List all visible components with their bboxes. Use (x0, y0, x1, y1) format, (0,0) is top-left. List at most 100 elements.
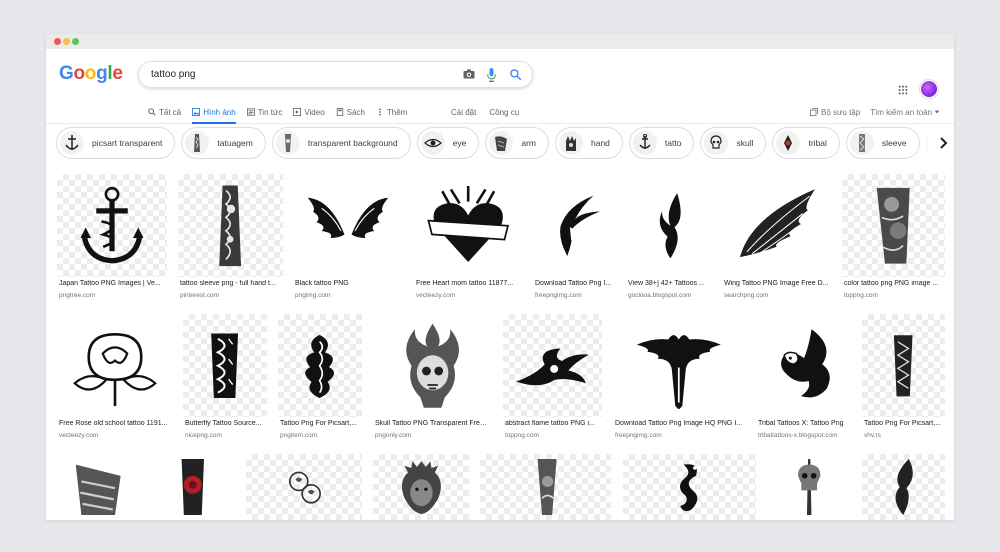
apps-grid-icon[interactable] (898, 85, 908, 95)
image-result[interactable] (246, 454, 362, 520)
image-result[interactable]: Tattoo Png For Picsart,... pngitem.com (278, 314, 362, 444)
result-thumbnail[interactable] (414, 174, 522, 277)
chip-eye[interactable]: eye (416, 127, 480, 159)
settings-link[interactable]: Cài đặt (451, 108, 476, 117)
result-caption[interactable]: Skull Tattoo PNG Transparent Free ... (375, 420, 490, 427)
result-thumbnail[interactable] (57, 174, 167, 277)
result-thumbnail[interactable] (862, 314, 945, 417)
result-thumbnail[interactable] (862, 454, 945, 520)
result-caption[interactable]: Tribal Tattoos X: Tattoo Png (758, 420, 849, 427)
result-caption[interactable]: Free Rose old school tattoo 1191... (59, 420, 170, 427)
search-input[interactable]: tattoo png (151, 69, 195, 80)
image-result[interactable] (862, 454, 945, 520)
result-thumbnail[interactable] (533, 174, 615, 277)
result-thumbnail[interactable] (183, 314, 267, 417)
result-caption[interactable]: Tattoo Png For Picsart,... (864, 420, 943, 427)
chip-hand[interactable]: hand (555, 127, 623, 159)
result-thumbnail[interactable] (768, 454, 851, 520)
maximize-window-icon[interactable] (72, 38, 79, 45)
result-thumbnail[interactable] (613, 314, 745, 417)
result-source[interactable]: pngitem.com (280, 432, 360, 439)
result-source[interactable]: pinterest.com (180, 292, 281, 299)
collections-link[interactable]: Bộ sưu tập (810, 108, 860, 117)
result-thumbnail[interactable] (503, 314, 602, 417)
image-result[interactable]: View 38+] 42+ Tattoos ... goclooa.blogsp… (626, 174, 711, 304)
result-thumbnail[interactable] (722, 174, 831, 277)
result-caption[interactable]: Free Heart mom tattoo 11877... (416, 280, 520, 287)
result-source[interactable]: toppng.com (844, 292, 943, 299)
chip-arm[interactable]: arm (485, 127, 549, 159)
result-source[interactable]: pngtree.com (59, 292, 165, 299)
result-caption[interactable]: tattoo sleeve png - full hand t... (180, 280, 281, 287)
result-source[interactable]: goclooa.blogspot.com (628, 292, 709, 299)
tab-more[interactable]: Thêm (376, 100, 407, 124)
camera-icon[interactable] (463, 69, 475, 79)
image-result[interactable] (623, 454, 756, 520)
tools-link[interactable]: Công cụ (489, 108, 519, 117)
result-caption[interactable]: Black tattoo PNG (295, 280, 401, 287)
tab-video[interactable]: Video (293, 100, 325, 124)
result-thumbnail[interactable] (373, 314, 492, 417)
result-caption[interactable]: Download Tattoo Png Image HQ PNG I... (615, 420, 743, 427)
image-result[interactable] (768, 454, 851, 520)
image-result[interactable]: abstract flame tattoo PNG i... toppng.co… (503, 314, 602, 444)
result-caption[interactable]: Wing Tattoo PNG Image Free D... (724, 280, 829, 287)
image-result[interactable]: Tribal Tattoos X: Tattoo Png tribaltatto… (756, 314, 851, 444)
result-caption[interactable]: color tattoo png PNG image ... (844, 280, 943, 287)
image-result[interactable]: Tattoo Png For Picsart,... vhv.rs (862, 314, 945, 444)
google-logo[interactable]: Google (59, 63, 123, 85)
result-source[interactable]: pngonly.com (375, 432, 490, 439)
chip-tatuagem[interactable]: tatuagem (181, 127, 266, 159)
result-source[interactable]: tribaltattoos-x.blogspot.com (758, 432, 849, 439)
result-source[interactable]: freepngimg.com (535, 292, 613, 299)
result-source[interactable]: freepngimg.com (615, 432, 743, 439)
result-thumbnail[interactable] (842, 174, 945, 277)
image-result[interactable] (373, 454, 469, 520)
result-source[interactable]: nicepng.com (185, 432, 265, 439)
result-source[interactable]: pngimg.com (295, 292, 401, 299)
search-icon[interactable] (509, 68, 522, 81)
tab-news[interactable]: Tin tức (246, 100, 282, 124)
result-thumbnail[interactable] (373, 454, 469, 520)
result-thumbnail[interactable] (152, 454, 234, 520)
image-result[interactable]: Wing Tattoo PNG Image Free D... searchpn… (722, 174, 831, 304)
result-thumbnail[interactable] (57, 314, 172, 417)
result-source[interactable]: vecteezy.com (59, 432, 170, 439)
image-result[interactable]: Skull Tattoo PNG Transparent Free ... pn… (373, 314, 492, 444)
image-result[interactable]: tattoo sleeve png - full hand t... pinte… (178, 174, 283, 304)
minimize-window-icon[interactable] (63, 38, 70, 45)
chip-tribal[interactable]: tribal (772, 127, 840, 159)
image-result[interactable]: Free Heart mom tattoo 11877... vecteezy.… (414, 174, 522, 304)
result-thumbnail[interactable] (178, 174, 283, 277)
result-caption[interactable]: abstract flame tattoo PNG i... (505, 420, 600, 427)
result-caption[interactable]: Japan Tattoo PNG Images | Ve... (59, 280, 165, 287)
result-source[interactable]: vecteezy.com (416, 292, 520, 299)
result-caption[interactable]: View 38+] 42+ Tattoos ... (628, 280, 709, 287)
image-result[interactable]: Black tattoo PNG pngimg.com (293, 174, 403, 304)
result-thumbnail[interactable] (246, 454, 362, 520)
result-caption[interactable]: Tattoo Png For Picsart,... (280, 420, 360, 427)
image-result[interactable]: Free Rose old school tattoo 1191... vect… (57, 314, 172, 444)
result-thumbnail[interactable] (626, 174, 711, 277)
result-thumbnail[interactable] (278, 314, 362, 417)
image-result[interactable]: Japan Tattoo PNG Images | Ve... pngtree.… (57, 174, 167, 304)
result-caption[interactable]: Butterfly Tattoo Source... (185, 420, 265, 427)
image-result[interactable] (152, 454, 234, 520)
tab-all[interactable]: Tất cả (148, 100, 181, 124)
safe-search-dropdown[interactable]: Tìm kiếm an toàn (870, 108, 940, 117)
image-result[interactable]: color tattoo png PNG image ... toppng.co… (842, 174, 945, 304)
result-thumbnail[interactable] (623, 454, 756, 520)
result-thumbnail[interactable] (57, 454, 140, 520)
avatar[interactable] (920, 80, 938, 98)
chip-skull[interactable]: skull (700, 127, 767, 159)
tab-books[interactable]: Sách (336, 100, 365, 124)
result-caption[interactable]: Download Tattoo Png I... (535, 280, 613, 287)
result-thumbnail[interactable] (480, 454, 611, 520)
tab-images[interactable]: Hình ảnh (192, 100, 237, 124)
chip-sleeve[interactable]: sleeve (845, 127, 920, 159)
image-result[interactable] (480, 454, 611, 520)
close-window-icon[interactable] (54, 38, 61, 45)
mic-icon[interactable] (487, 68, 496, 82)
result-source[interactable]: vhv.rs (864, 432, 943, 439)
result-source[interactable]: searchpng.com (724, 292, 829, 299)
